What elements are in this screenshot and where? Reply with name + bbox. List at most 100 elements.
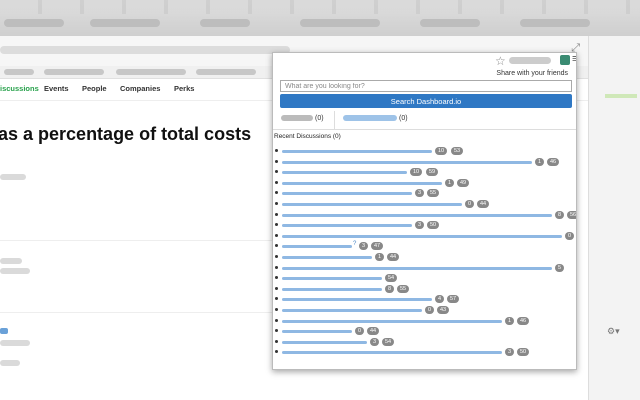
tab-second[interactable]: (0): [343, 115, 408, 122]
bullet: [275, 265, 278, 269]
bullet: [275, 159, 278, 163]
post-author-blurred: [0, 340, 30, 346]
tab-count: (0): [399, 115, 408, 122]
star-icon[interactable]: ☆: [495, 54, 506, 68]
discussion-link[interactable]: [282, 340, 367, 344]
discussion-link[interactable]: [282, 150, 432, 153]
count-badge: 4: [435, 295, 445, 304]
discussion-link[interactable]: [282, 245, 352, 249]
count-badge: 0: [465, 200, 475, 208]
post-author-blurred: [0, 258, 22, 264]
bullet: [275, 244, 278, 248]
nav-item-people[interactable]: People: [82, 84, 107, 93]
count-badge: 46: [517, 316, 530, 325]
discussion-link[interactable]: [282, 351, 502, 355]
user-blurred: [509, 57, 551, 64]
tab-first[interactable]: (0): [281, 115, 324, 122]
browser-toolbar-blurred: [0, 16, 640, 30]
count-badge: 1: [535, 157, 545, 166]
menu-icon[interactable]: ≡: [572, 53, 576, 65]
count-badge: 50: [427, 221, 440, 230]
count-badge: 3: [505, 348, 515, 357]
count-badge: 56: [567, 210, 576, 219]
discussion-link[interactable]: [282, 181, 442, 185]
discussion-link[interactable]: [282, 213, 552, 217]
post-tag: [0, 328, 8, 334]
count-badge: 59: [426, 168, 439, 177]
discussion-link[interactable]: [282, 330, 352, 334]
bullet: [275, 297, 278, 301]
count-badge: 0: [425, 306, 435, 314]
discussion-link[interactable]: [282, 298, 432, 302]
count-badge: 3: [415, 189, 425, 198]
count-badge: 50: [517, 348, 530, 357]
nav-item-companies[interactable]: Companies: [120, 84, 160, 93]
browser-tab-strip[interactable]: [0, 0, 640, 14]
bullet: [275, 170, 278, 174]
count-badge: 54: [382, 337, 395, 346]
count-badge: 44: [387, 253, 400, 261]
tab-divider: [334, 111, 335, 129]
count-badge: 53: [451, 147, 464, 155]
bullet: [275, 276, 278, 280]
count-badge: 57: [447, 295, 460, 304]
bullet: [275, 180, 278, 184]
count-badge: 55: [397, 284, 410, 293]
extension-popup: ☆ ≡ Share with your friends Search Dashb…: [272, 52, 577, 370]
bullet: [275, 308, 278, 311]
recent-discussions-title: Recent Discussions (0): [274, 133, 341, 140]
discussion-link[interactable]: [282, 234, 562, 238]
bullet: [275, 149, 278, 152]
discussion-link[interactable]: [282, 319, 502, 323]
post-meta-blurred: [0, 268, 30, 274]
share-link[interactable]: Share with your friends: [496, 70, 568, 77]
nav-item-events[interactable]: Events: [44, 84, 69, 93]
bullet: [275, 339, 278, 343]
bullet: [275, 223, 278, 227]
count-badge: 43: [437, 306, 450, 314]
count-badge: 44: [477, 200, 490, 208]
count-badge: 49: [457, 178, 470, 187]
count-badge: 1: [505, 316, 515, 325]
popup-header: ☆ ≡ Share with your friends: [273, 53, 576, 79]
count-badge: 3: [415, 221, 425, 230]
discussion-link[interactable]: [282, 192, 412, 196]
side-panel-highlight: [605, 94, 637, 98]
discussion-link[interactable]: [282, 277, 382, 281]
count-badge: 46: [547, 157, 560, 166]
discussion-link[interactable]: [282, 287, 382, 291]
page-headline: as a percentage of total costs: [0, 124, 252, 144]
nav-item-discussions[interactable]: iscussions: [0, 84, 39, 93]
discussion-link[interactable]: [282, 266, 552, 270]
bullet: [275, 212, 278, 216]
search-button[interactable]: Search Dashboard.io: [280, 94, 572, 108]
bullet: [275, 202, 278, 205]
discussion-link[interactable]: [282, 224, 412, 228]
count-badge: 47: [371, 242, 384, 251]
search-input[interactable]: [280, 80, 572, 92]
discussion-link[interactable]: [282, 160, 532, 164]
count-badge: 8: [555, 210, 565, 219]
url-text-blurred: [0, 46, 290, 54]
count-badge: 0: [565, 231, 575, 240]
bullet: [275, 318, 278, 322]
bullet: [275, 233, 278, 237]
count-badge: 3: [359, 242, 369, 251]
side-panel: ⚙▾: [588, 36, 640, 400]
count-badge: 5: [555, 263, 565, 272]
bullet: [275, 329, 278, 333]
count-badge: 10: [435, 147, 448, 155]
discussion-link[interactable]: [282, 203, 462, 206]
count-badge: 0: [355, 327, 365, 336]
discussion-link[interactable]: [282, 171, 407, 175]
count-badge: 10: [410, 168, 423, 177]
count-badge: 3: [370, 337, 380, 346]
count-badge: 8: [385, 284, 395, 293]
discussion-link[interactable]: [282, 256, 372, 259]
gear-icon[interactable]: ⚙▾: [607, 326, 620, 337]
count-badge: 44: [367, 327, 380, 336]
extension-icon[interactable]: [560, 55, 570, 65]
nav-item-perks[interactable]: Perks: [174, 84, 194, 93]
discussion-link[interactable]: [282, 309, 422, 312]
question-mark: ?: [353, 241, 357, 248]
